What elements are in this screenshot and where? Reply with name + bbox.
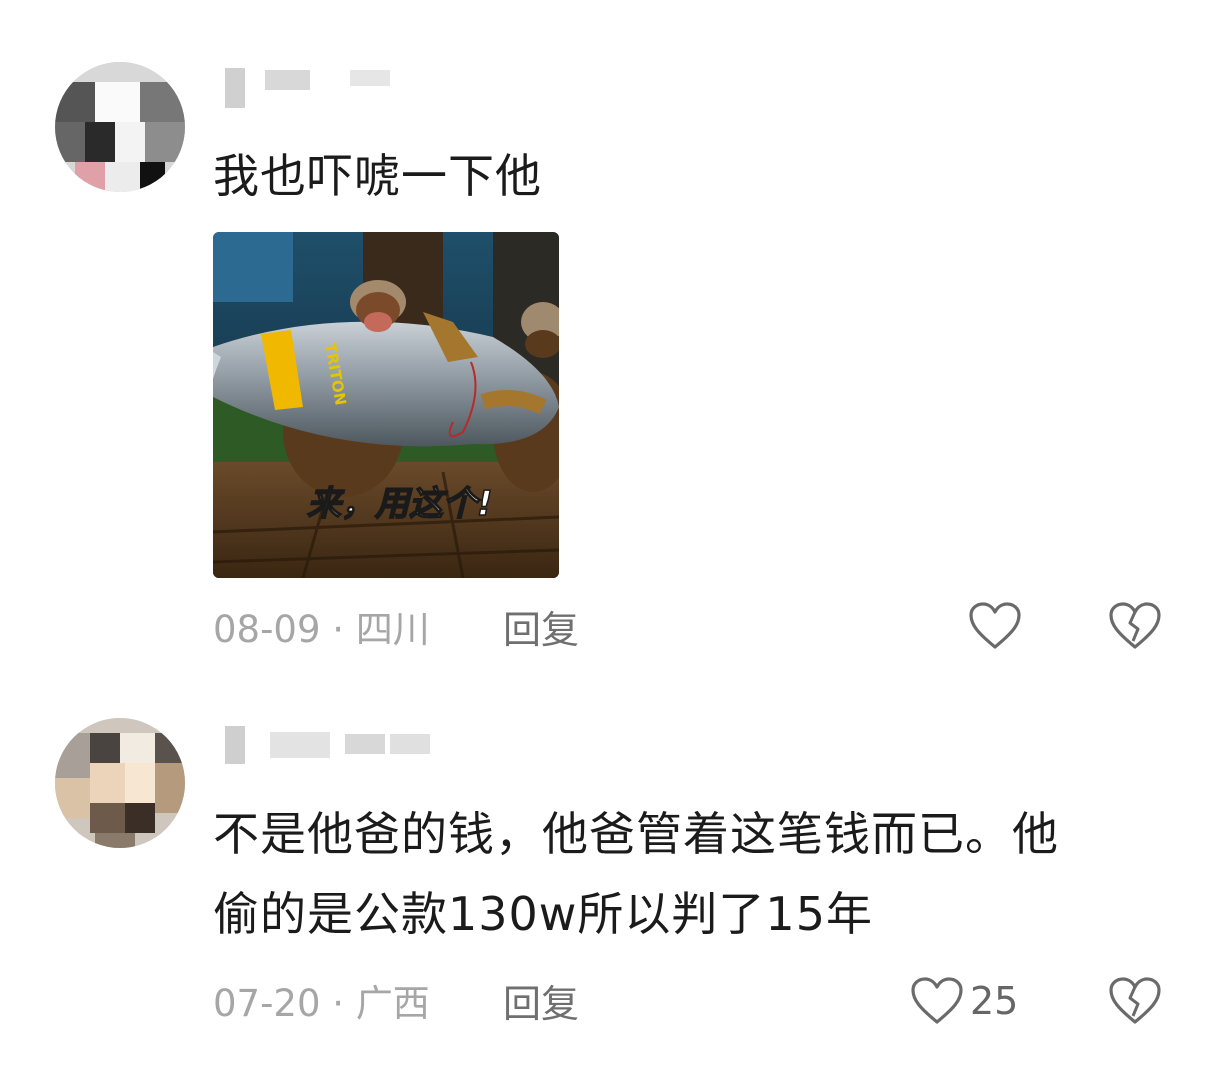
username[interactable]	[215, 726, 435, 766]
reply-button[interactable]: 回复	[503, 610, 579, 650]
dislike-button[interactable]	[1108, 601, 1162, 655]
comment-text-line: 不是他爸的钱，他爸管着这笔钱而已。他	[213, 807, 1059, 861]
like-count: 25	[970, 979, 1019, 1023]
comment-item: 我也吓唬一下他 TRITON 来，用这个! 08-09 · 四川 回复	[0, 0, 1229, 680]
comment-text: 我也吓唬一下他	[213, 149, 542, 203]
sticker-caption: 来，用这个!	[307, 484, 493, 524]
comment-date: 07-20	[213, 982, 321, 1025]
heart-icon	[969, 602, 1021, 649]
avatar[interactable]	[55, 718, 185, 848]
heart-icon	[911, 977, 963, 1024]
username[interactable]	[215, 68, 395, 108]
like-button[interactable]: 25	[910, 976, 1018, 1026]
like-button[interactable]	[968, 601, 1028, 651]
comment-text: 不是他爸的钱，他爸管着这笔钱而已。他 偷的是公款130w所以判了15年	[213, 794, 1059, 954]
comment-date: 08-09	[213, 608, 321, 651]
comment-location: 四川	[355, 608, 430, 651]
sticker-image[interactable]: TRITON 来，用这个!	[213, 232, 559, 578]
broken-heart-icon	[1109, 977, 1161, 1024]
dislike-button[interactable]	[1108, 976, 1162, 1030]
comment-text-line: 偷的是公款130w所以判了15年	[213, 887, 873, 941]
meta-separator: ·	[320, 982, 356, 1025]
avatar[interactable]	[55, 62, 185, 192]
comment-meta: 07-20 · 广西	[213, 984, 430, 1024]
broken-heart-icon	[1109, 602, 1161, 649]
comment-location: 广西	[355, 982, 430, 1025]
meta-separator: ·	[320, 608, 356, 651]
reply-button[interactable]: 回复	[503, 984, 579, 1024]
comment-meta: 08-09 · 四川	[213, 610, 430, 650]
